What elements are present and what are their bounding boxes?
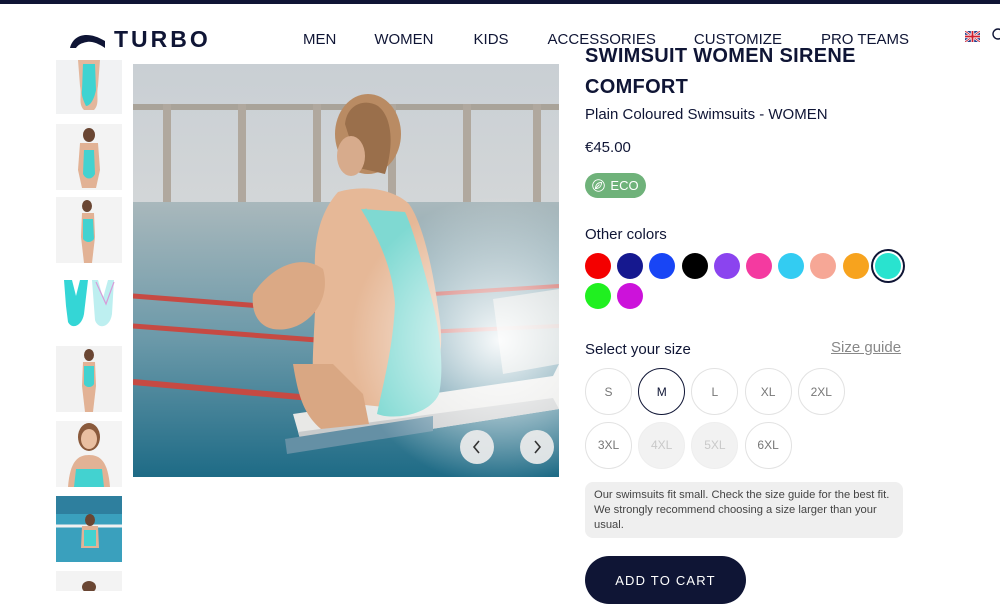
add-to-cart-button[interactable]: ADD TO CART (585, 556, 746, 604)
nav-women[interactable]: WOMEN (374, 31, 433, 48)
thumbnail-1[interactable] (56, 60, 122, 114)
other-colors-label: Other colors (585, 226, 667, 243)
thumbnail-6[interactable] (56, 421, 122, 487)
size-option-3xl[interactable]: 3XL (585, 421, 632, 469)
size-option-xl[interactable]: XL (744, 368, 792, 415)
size-option-4xl: 4XL (638, 421, 686, 469)
model-sitting-poolside-image (133, 64, 559, 477)
swimsuit-back-image (56, 60, 122, 114)
color-swatch[interactable] (713, 253, 740, 279)
color-swatch[interactable] (746, 253, 772, 279)
thumbnail-8[interactable] (56, 571, 122, 591)
nav-customize[interactable]: CUSTOMIZE (694, 31, 782, 48)
thumbnail-4[interactable] (56, 274, 122, 340)
main-nav: MEN WOMEN KIDS ACCESSORIES CUSTOMIZE PRO… (303, 31, 909, 48)
nav-kids[interactable]: KIDS (474, 31, 509, 48)
product-title-partial-text: SWIMSUIT WOMEN SIRENE (585, 47, 856, 67)
main-product-image (133, 64, 559, 477)
chevron-right-icon (534, 440, 542, 454)
model-side-image (56, 197, 122, 263)
product-title-line-1: SWIMSUIT WOMEN SIRENE (585, 47, 915, 68)
color-swatch[interactable] (617, 283, 644, 309)
color-swatch[interactable] (585, 253, 611, 279)
size-option-s[interactable]: S (585, 368, 632, 415)
top-border (0, 0, 1000, 4)
search-icon[interactable] (991, 28, 1000, 44)
next-image-button[interactable] (520, 430, 554, 464)
nav-accessories[interactable]: ACCESSORIES (548, 31, 656, 48)
size-option-l[interactable]: L (691, 368, 739, 415)
size-option-2xl[interactable]: 2XL (797, 368, 845, 415)
color-swatch[interactable] (810, 253, 837, 279)
thumbnail-2[interactable] (56, 124, 122, 190)
size-option-m[interactable]: M (638, 368, 686, 415)
product-title-line-2: COMFORT (585, 76, 689, 98)
size-option-6xl[interactable]: 6XL (744, 421, 792, 469)
model-front-image (56, 346, 122, 412)
color-swatch[interactable] (649, 253, 676, 279)
model-portrait-image (56, 421, 122, 487)
uk-flag-icon[interactable] (965, 31, 980, 42)
brand-name: TURBO (114, 26, 211, 52)
model-image-partial (56, 571, 122, 591)
color-swatch[interactable] (778, 253, 805, 279)
color-swatch[interactable] (874, 253, 901, 279)
color-swatch[interactable] (842, 253, 869, 279)
nav-pro-teams[interactable]: PRO TEAMS (821, 31, 909, 48)
chevron-left-icon (472, 440, 480, 454)
pool-image (56, 496, 122, 562)
product-category: Plain Coloured Swimsuits - WOMEN (585, 106, 828, 123)
model-back-image (56, 124, 122, 190)
thumbnail-7[interactable] (56, 496, 122, 562)
color-swatch[interactable] (585, 283, 611, 309)
color-swatch[interactable] (617, 253, 644, 279)
product-price: €45.00 (585, 139, 631, 156)
swimsuit-flat-image (56, 274, 122, 340)
nav-men[interactable]: MEN (303, 31, 336, 48)
leaf-icon (592, 179, 606, 192)
eco-badge: ECO (585, 173, 646, 198)
brand-logo[interactable]: TURBO (69, 26, 211, 53)
prev-image-button[interactable] (460, 430, 494, 464)
size-guide-link[interactable]: Size guide (831, 339, 901, 356)
size-option-5xl: 5XL (691, 421, 739, 469)
size-advice-note: Our swimsuits fit small. Check the size … (585, 482, 903, 538)
thumbnail-3[interactable] (56, 197, 122, 263)
select-size-label: Select your size (585, 341, 691, 358)
eco-label: ECO (610, 178, 639, 193)
color-swatch[interactable] (681, 253, 708, 279)
turbo-wave-icon (70, 34, 105, 48)
thumbnail-5[interactable] (56, 346, 122, 412)
